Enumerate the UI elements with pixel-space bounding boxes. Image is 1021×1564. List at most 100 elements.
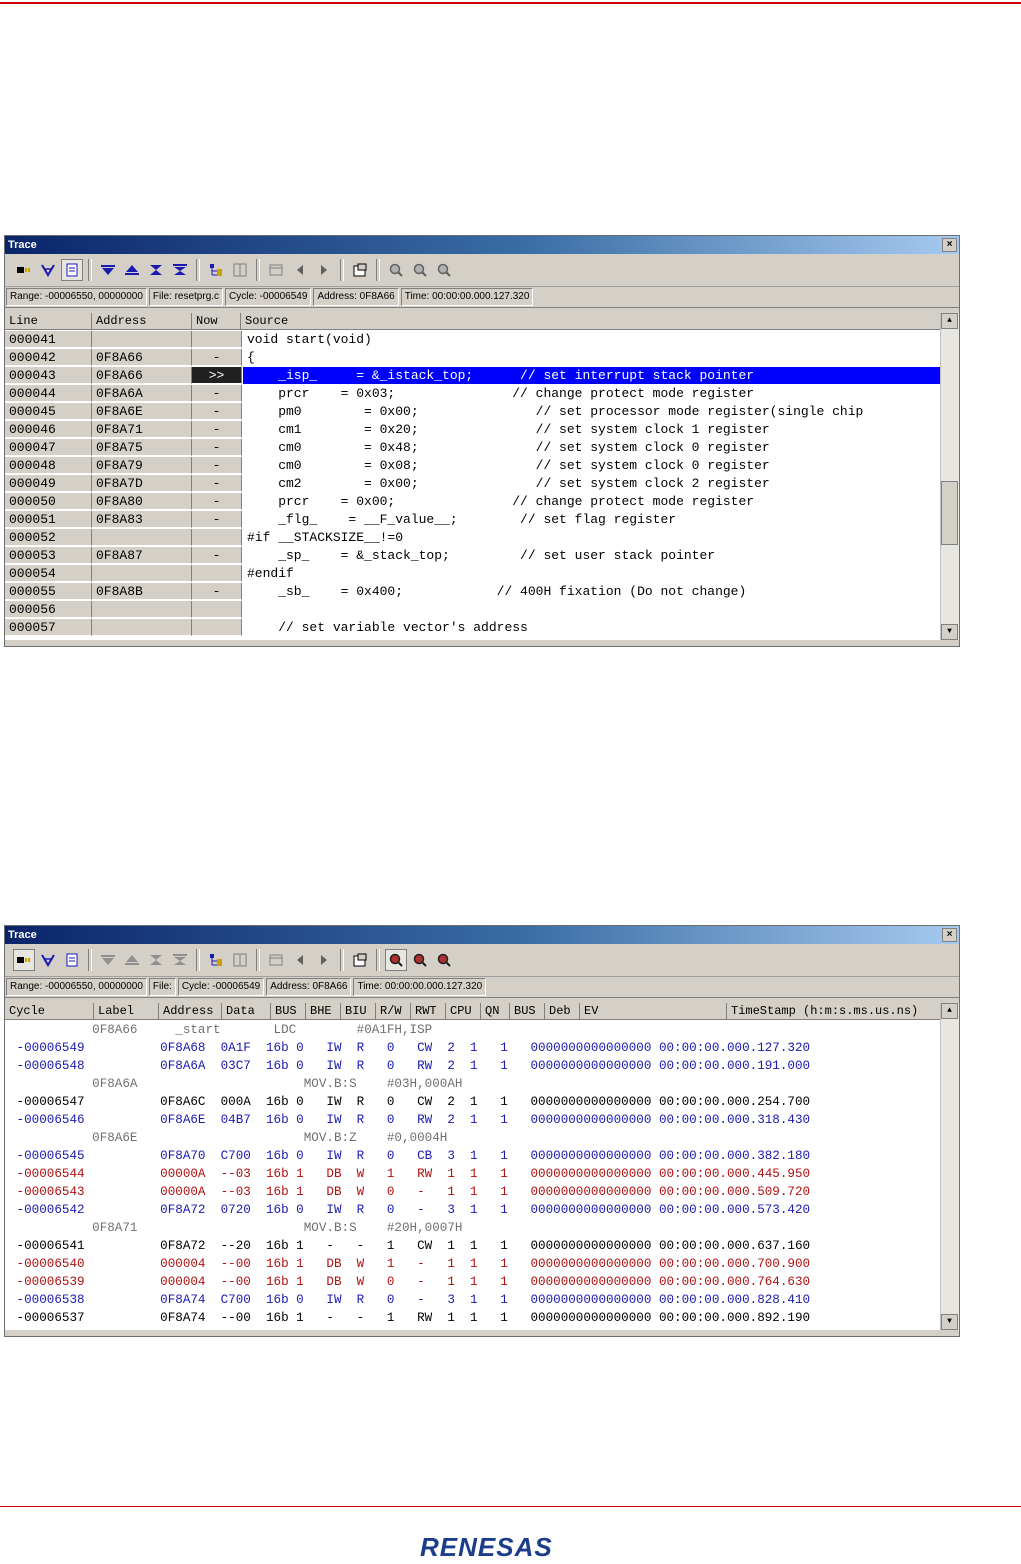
column-header-r-w[interactable]: R/W bbox=[376, 1003, 411, 1020]
table-row[interactable]: 000047 0F8A75- cm0 = 0x48; // set system … bbox=[5, 439, 941, 457]
table-row[interactable]: -00006548 0F8A6A 03C7 16b 0 IW R 0 RW 2 … bbox=[9, 1057, 941, 1075]
column-header-source[interactable]: Source bbox=[241, 313, 941, 330]
window-icon[interactable] bbox=[265, 259, 287, 281]
table-row[interactable]: -00006540 000004 --00 16b 1 DB W 1 - 1 1… bbox=[9, 1255, 941, 1273]
title-bar[interactable]: Trace × bbox=[5, 926, 959, 944]
tree-icon[interactable] bbox=[205, 259, 227, 281]
table-row[interactable]: -00006538 0F8A74 C700 16b 0 IW R 0 - 3 1… bbox=[9, 1291, 941, 1309]
go-bottom-icon[interactable] bbox=[145, 259, 167, 281]
disassembly-row[interactable]: 0F8A6A MOV.B:S #03H,000AH bbox=[9, 1075, 941, 1093]
scroll-up-icon[interactable]: ▲ bbox=[941, 1003, 958, 1019]
bus-trace-grid[interactable]: Cycle Label Address Data BUS BHE BIU R/W RWT CPU Q… bbox=[5, 1003, 959, 1330]
vertical-scrollbar[interactable]: ▲ ▼ bbox=[940, 313, 959, 640]
right-arrow-icon[interactable] bbox=[313, 949, 335, 971]
table-row[interactable]: 000055 0F8A8B - _sb_ = 0x400; // 400H fixa… bbox=[5, 583, 941, 601]
column-header-address[interactable]: Address bbox=[92, 313, 192, 330]
table-row[interactable]: 000048 0F8A79- cm0 = 0x08; // set system … bbox=[5, 457, 941, 475]
column-header-now[interactable]: Now bbox=[192, 313, 241, 330]
table-row[interactable]: 000046 0F8A71- cm1 = 0x20; // set system … bbox=[5, 421, 941, 439]
column-header-qn[interactable]: QN bbox=[481, 1003, 510, 1020]
left-arrow-icon[interactable] bbox=[289, 259, 311, 281]
split-icon[interactable] bbox=[229, 259, 251, 281]
go-top-icon[interactable] bbox=[169, 259, 191, 281]
table-row[interactable]: 000053 0F8A87- _sp_ = &_stack_top; // set… bbox=[5, 547, 941, 565]
zoom-out-icon[interactable] bbox=[433, 259, 455, 281]
table-row[interactable]: 000044 0F8A6A - prcr = 0x03; // change pro… bbox=[5, 385, 941, 403]
column-header-data[interactable]: Data bbox=[222, 1003, 271, 1020]
scroll-thumb[interactable] bbox=[941, 481, 958, 545]
toolbar-separator bbox=[88, 949, 92, 971]
cursor-icon[interactable] bbox=[13, 949, 35, 971]
table-row[interactable]: 000045 0F8A6E - pm0 = 0x00; // set process… bbox=[5, 403, 941, 421]
close-icon[interactable]: × bbox=[942, 238, 957, 252]
scroll-down-icon[interactable]: ▼ bbox=[941, 624, 958, 640]
column-header-bhe[interactable]: BHE bbox=[306, 1003, 341, 1020]
zoom-in-icon[interactable] bbox=[409, 949, 431, 971]
column-header-address[interactable]: Address bbox=[159, 1003, 222, 1020]
scroll-up-icon[interactable]: ▲ bbox=[941, 313, 958, 329]
column-header-line[interactable]: Line bbox=[5, 313, 92, 330]
column-header-biu[interactable]: BIU bbox=[341, 1003, 376, 1020]
table-row[interactable]: -00006549 0F8A68 0A1F 16b 0 IW R 0 CW 2 … bbox=[9, 1039, 941, 1057]
column-header-bus[interactable]: BUS bbox=[271, 1003, 306, 1020]
table-row[interactable]: 000057 // set variable vector's address bbox=[5, 619, 941, 637]
table-row[interactable]: -00006539 000004 --00 16b 1 DB W 0 - 1 1… bbox=[9, 1273, 941, 1291]
zoom-out-icon[interactable] bbox=[433, 949, 455, 971]
table-row[interactable]: -00006547 0F8A6C 000A 16b 0 IW R 0 CW 2 … bbox=[9, 1093, 941, 1111]
close-icon[interactable]: × bbox=[942, 928, 957, 942]
table-row[interactable]: 000051 0F8A83- _flg_ = __F_value__; // se… bbox=[5, 511, 941, 529]
table-row[interactable]: -00006545 0F8A70 C700 16b 0 IW R 0 CB 3 … bbox=[9, 1147, 941, 1165]
split-icon[interactable] bbox=[229, 949, 251, 971]
go-bottom-icon[interactable] bbox=[145, 949, 167, 971]
address-cell: 0F8A66 bbox=[92, 349, 192, 366]
column-header-cpu[interactable]: CPU bbox=[446, 1003, 481, 1020]
go-top-icon[interactable] bbox=[169, 949, 191, 971]
left-arrow-icon[interactable] bbox=[289, 949, 311, 971]
column-header-cycle[interactable]: Cycle bbox=[5, 1003, 94, 1020]
column-header-bus[interactable]: BUS bbox=[510, 1003, 545, 1020]
filter-icon[interactable] bbox=[37, 259, 59, 281]
table-row[interactable]: -00006543 00000A --03 16b 1 DB W 0 - 1 1… bbox=[9, 1183, 941, 1201]
title-bar[interactable]: Trace × bbox=[5, 236, 959, 254]
table-row[interactable]: 000049 0F8A7D - cm2 = 0x00; // set system … bbox=[5, 475, 941, 493]
zoom-in-icon[interactable] bbox=[409, 259, 431, 281]
source-trace-grid[interactable]: Line Address Now Source 000041 void start… bbox=[5, 313, 959, 640]
window-icon[interactable] bbox=[265, 949, 287, 971]
scroll-down-icon[interactable]: ▼ bbox=[941, 1314, 958, 1330]
table-row[interactable]: 000050 0F8A80- prcr = 0x00; // change pro… bbox=[5, 493, 941, 511]
document-icon[interactable] bbox=[61, 259, 83, 281]
disassembly-row[interactable]: 0F8A71 MOV.B:S #20H,0007H bbox=[9, 1219, 941, 1237]
table-row[interactable]: 000042 0F8A66-{ bbox=[5, 349, 941, 367]
table-row[interactable]: -00006542 0F8A72 0720 16b 0 IW R 0 - 3 1… bbox=[9, 1201, 941, 1219]
step-down-icon[interactable] bbox=[97, 259, 119, 281]
zoom-icon[interactable] bbox=[385, 259, 407, 281]
disassembly-row[interactable]: 0F8A66 _start LDC #0A1FH,ISP bbox=[9, 1021, 941, 1039]
document-icon[interactable] bbox=[61, 949, 83, 971]
table-row[interactable]: -00006541 0F8A72 --20 16b 1 - - 1 CW 1 1… bbox=[9, 1237, 941, 1255]
table-row[interactable]: -00006537 0F8A74 --00 16b 1 - - 1 RW 1 1… bbox=[9, 1309, 941, 1327]
step-up-icon[interactable] bbox=[121, 259, 143, 281]
column-header-rwt[interactable]: RWT bbox=[411, 1003, 446, 1020]
table-row[interactable]: 000054 #endif bbox=[5, 565, 941, 583]
table-row[interactable]: 000043 0F8A66 >> _isp_ = &_istack_top; // … bbox=[5, 367, 941, 385]
properties-icon[interactable] bbox=[349, 259, 371, 281]
column-header-timestamp-h-m-s-ms-us-ns[interactable]: TimeStamp (h:m:s.ms.us.ns) bbox=[727, 1003, 941, 1020]
step-down-icon[interactable] bbox=[97, 949, 119, 971]
properties-icon[interactable] bbox=[349, 949, 371, 971]
cursor-icon[interactable] bbox=[13, 259, 35, 281]
right-arrow-icon[interactable] bbox=[313, 259, 335, 281]
vertical-scrollbar[interactable]: ▲ ▼ bbox=[940, 1003, 959, 1330]
tree-icon[interactable] bbox=[205, 949, 227, 971]
table-row[interactable]: -00006546 0F8A6E 04B7 16b 0 IW R 0 RW 2 … bbox=[9, 1111, 941, 1129]
column-header-deb[interactable]: Deb bbox=[545, 1003, 580, 1020]
disassembly-row[interactable]: 0F8A6E MOV.B:Z #0,0004H bbox=[9, 1129, 941, 1147]
zoom-icon[interactable] bbox=[385, 949, 407, 971]
table-row[interactable]: 000056 bbox=[5, 601, 941, 619]
table-row[interactable]: 000041 void start(void) bbox=[5, 331, 941, 349]
column-header-ev[interactable]: EV bbox=[580, 1003, 727, 1020]
step-up-icon[interactable] bbox=[121, 949, 143, 971]
filter-icon[interactable] bbox=[37, 949, 59, 971]
table-row[interactable]: -00006544 00000A --03 16b 1 DB W 1 RW 1 … bbox=[9, 1165, 941, 1183]
table-row[interactable]: 000052 #if __STACKSIZE__!=0 bbox=[5, 529, 941, 547]
column-header-label[interactable]: Label bbox=[94, 1003, 159, 1020]
